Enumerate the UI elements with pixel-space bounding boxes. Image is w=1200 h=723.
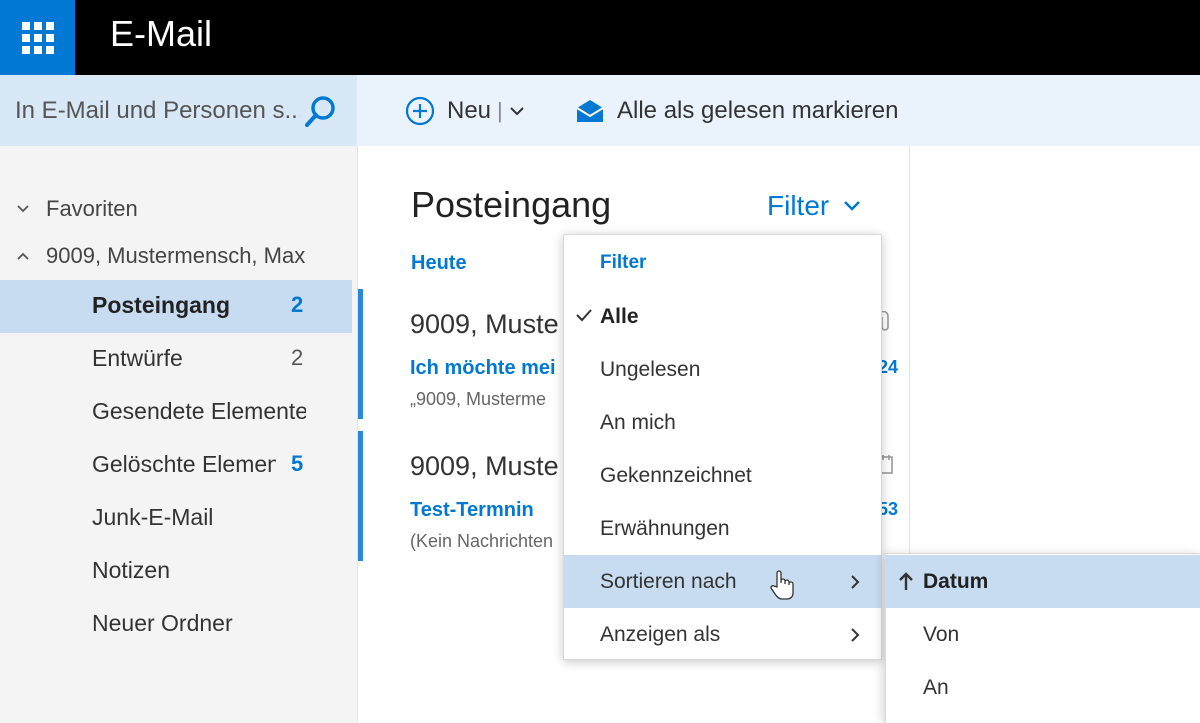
folder-name: Junk-E-Mail <box>92 504 214 530</box>
arrow-up-icon <box>899 572 913 590</box>
filter-option-flagged[interactable]: Gekennzeichnet <box>564 449 881 502</box>
folder-name: Entwürfe <box>92 345 183 371</box>
unread-indicator <box>358 289 363 419</box>
top-bar: E-Mail <box>0 0 1200 75</box>
app-launcher-button[interactable] <box>0 0 75 75</box>
filter-option-mentions[interactable]: Erwähnungen <box>564 502 881 555</box>
new-button[interactable]: Neu | <box>405 95 525 127</box>
checkmark-icon <box>576 309 592 322</box>
menu-item-label: Alle <box>600 305 639 328</box>
app-title: E-Mail <box>110 13 213 54</box>
folder-name: Neuer Ordner <box>92 610 233 636</box>
menu-item-label: An mich <box>600 411 676 434</box>
submenu-item-label: Datum <box>923 570 989 593</box>
mark-all-read-button[interactable]: Alle als gelesen markieren <box>575 95 898 127</box>
sort-option-to[interactable]: An <box>886 661 1200 714</box>
chevron-down-icon <box>17 205 29 213</box>
search-icon[interactable] <box>303 93 339 129</box>
folder-inbox[interactable]: Posteingang 2 <box>0 280 352 333</box>
folder-drafts[interactable]: Entwürfe 2 <box>0 333 352 386</box>
open-envelope-icon <box>576 100 604 122</box>
page-title: Posteingang <box>411 184 612 225</box>
folder-new[interactable]: Neuer Ordner <box>0 598 352 651</box>
filter-option-to-me[interactable]: An mich <box>564 396 881 449</box>
folder-name: Gesendete Elemente <box>92 398 306 424</box>
command-bar: Neu | Alle als gelesen markieren <box>357 75 1200 146</box>
filter-option-unread[interactable]: Ungelesen <box>564 343 881 396</box>
folder-count: 2 <box>291 345 304 370</box>
menu-item-label: Erwähnungen <box>600 517 730 540</box>
group-header: Heute <box>411 252 467 274</box>
sort-submenu: Datum Von An <box>885 553 1200 723</box>
folder-junk[interactable]: Junk-E-Mail <box>0 492 352 545</box>
unread-indicator <box>358 431 363 561</box>
message-sender: 9009, Muste <box>410 309 559 339</box>
sort-by-menu-item[interactable]: Sortieren nach <box>564 555 881 608</box>
menu-item-label: Sortieren nach <box>600 570 737 593</box>
plus-circle-icon <box>405 96 435 126</box>
new-separator: | <box>497 98 503 123</box>
chevron-down-icon[interactable] <box>509 105 525 117</box>
menu-item-label: Gekennzeichnet <box>600 464 752 487</box>
new-button-label: Neu <box>447 97 492 124</box>
folder-name: Notizen <box>92 557 170 583</box>
favorites-toggle[interactable]: Favoriten <box>14 196 138 222</box>
menu-item-label: Ungelesen <box>600 358 701 381</box>
chevron-right-icon <box>851 575 860 589</box>
hand-cursor-icon <box>770 570 794 600</box>
submenu-item-label: An <box>923 676 949 699</box>
chevron-right-icon <box>851 628 860 642</box>
chevron-up-icon <box>17 252 29 260</box>
message-preview: (Kein Nachrichten <box>410 531 554 551</box>
filter-menu: Filter Alle Ungelesen An mich Gekennzeic… <box>563 234 882 660</box>
account-label: 9009, Mustermensch, Max <box>46 243 306 268</box>
message-subject: Ich möchte mei <box>410 357 556 379</box>
sort-option-from[interactable]: Von <box>886 608 1200 661</box>
folder-unread-count: 2 <box>291 292 304 317</box>
filter-option-all[interactable]: Alle <box>564 290 881 343</box>
search-box <box>0 75 357 146</box>
message-subject: Test-Termnin <box>410 499 534 521</box>
folder-deleted[interactable]: Gelöschte Elemente 5 <box>0 439 352 492</box>
favorites-label: Favoriten <box>46 196 138 221</box>
filter-menu-header: Filter <box>600 252 647 273</box>
folder-name: Gelöschte Elemente <box>92 451 276 477</box>
folder-unread-count: 5 <box>291 451 304 476</box>
view-as-menu-item[interactable]: Anzeigen als <box>564 608 881 661</box>
filter-label: Filter <box>767 190 830 221</box>
account-toggle[interactable]: 9009, Mustermensch, Max <box>14 243 314 269</box>
folder-pane: Favoriten 9009, Mustermensch, Max Postei… <box>0 146 357 723</box>
folder-sent[interactable]: Gesendete Elemente <box>0 386 352 439</box>
sort-option-date[interactable]: Datum <box>886 555 1200 608</box>
mark-all-read-label: Alle als gelesen markieren <box>617 97 899 124</box>
search-input[interactable] <box>0 75 300 146</box>
submenu-item-label: Von <box>923 623 960 646</box>
chevron-down-icon <box>844 201 861 211</box>
folder-notes[interactable]: Notizen <box>0 545 352 598</box>
menu-item-label: Anzeigen als <box>600 623 721 646</box>
message-sender: 9009, Muste <box>410 451 559 481</box>
folder-name: Posteingang <box>92 292 231 318</box>
waffle-icon <box>21 21 54 54</box>
message-preview: „9009, Musterme <box>410 389 547 409</box>
filter-button[interactable]: Filter <box>767 190 861 222</box>
